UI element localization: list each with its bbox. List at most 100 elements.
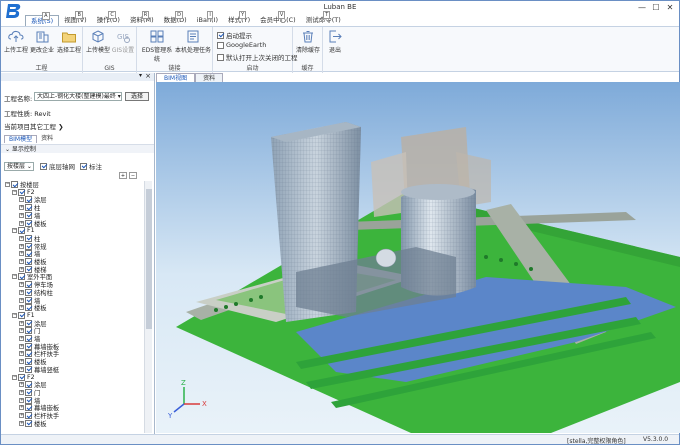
expand-icon[interactable]: + — [19, 413, 24, 418]
expand-icon[interactable]: + — [19, 389, 24, 395]
select-button[interactable]: 选择 — [125, 92, 149, 101]
tree-item[interactable]: + 幕墙竖梃 — [19, 365, 59, 374]
expand-icon[interactable]: + — [19, 405, 24, 411]
expand-icon[interactable]: + — [19, 336, 24, 341]
collapse-icon[interactable]: − — [5, 182, 10, 187]
checkbox-icon[interactable] — [18, 227, 25, 235]
clear-cache-button[interactable]: 清除缓存 — [294, 29, 322, 54]
tree-item[interactable]: − 按楼层 — [5, 181, 39, 189]
expand-icon[interactable]: + — [19, 328, 24, 334]
checkbox-icon[interactable] — [25, 204, 32, 212]
expand-icon[interactable]: + — [19, 305, 24, 311]
tab-materials[interactable]: 资料 — [37, 135, 57, 143]
expand-icon[interactable]: + — [19, 289, 24, 295]
checkbox-icon[interactable] — [25, 250, 32, 258]
checkbox-icon[interactable] — [18, 273, 25, 281]
tree-item[interactable]: − F2 — [12, 373, 35, 381]
checkbox-icon[interactable] — [25, 388, 32, 396]
pin-icon[interactable]: ▾ — [139, 72, 142, 79]
expand-icon[interactable]: + — [19, 251, 24, 257]
expand-icon[interactable]: + — [19, 366, 24, 372]
tree-item[interactable]: + 涂层 — [19, 381, 47, 389]
floor-grouping-dropdown[interactable]: 按楼层 ⌄ — [4, 161, 34, 171]
checkbox-icon[interactable] — [11, 181, 18, 188]
checkbox-icon[interactable] — [25, 219, 32, 227]
expand-icon[interactable]: + — [19, 197, 24, 203]
startup-tips-checkbox[interactable]: 启动提示 — [217, 30, 252, 40]
menu-tab-data[interactable]: 数据(D) D — [159, 11, 192, 26]
checkbox-icon[interactable] — [25, 319, 32, 327]
tree-item[interactable]: − F1 — [12, 311, 35, 319]
checkbox-icon[interactable] — [25, 242, 32, 250]
checkbox-icon[interactable] — [25, 196, 32, 204]
menu-tab-test[interactable]: 测试命令(T) T — [301, 11, 346, 26]
menu-tab-iban[interactable]: iBan(I) I — [192, 11, 223, 26]
menu-tab-style[interactable]: 样式(Y) Y — [223, 11, 255, 26]
display-control-header[interactable]: ⌄ 显示控制 — [1, 144, 154, 153]
checkbox-icon[interactable] — [25, 304, 32, 312]
tree-item[interactable]: − F1 — [12, 227, 35, 235]
tree-scrollbar[interactable] — [144, 181, 152, 433]
checkbox-icon[interactable] — [25, 327, 32, 335]
tree-item[interactable]: + 楼板 — [19, 304, 47, 312]
expand-icon[interactable]: + — [19, 420, 24, 426]
menu-tab-member[interactable]: 会员中心(C) V — [255, 11, 301, 26]
checkbox-icon[interactable] — [25, 381, 32, 389]
menu-tab-material[interactable]: 资料(M) R — [125, 11, 159, 26]
expand-all-button[interactable]: + — [119, 172, 127, 179]
tree-item[interactable]: + 楼板 — [19, 219, 47, 228]
expand-icon[interactable]: + — [19, 243, 24, 249]
checkbox-icon[interactable] — [18, 188, 25, 196]
exit-button[interactable]: 退出 — [325, 29, 345, 54]
panel-close-icon[interactable]: × — [145, 72, 151, 80]
expand-icon[interactable]: + — [19, 397, 24, 403]
expand-icon[interactable]: + — [19, 266, 24, 272]
collapse-all-button[interactable]: − — [129, 172, 137, 179]
upload-project-button[interactable]: 上传工程 — [4, 29, 28, 54]
project-name-dropdown[interactable]: 大四上-钢化大楼(整建模)最终 ▾ — [34, 92, 122, 101]
expand-icon[interactable]: + — [19, 351, 24, 357]
minimize-button[interactable]: — — [635, 1, 649, 14]
checkbox-icon[interactable] — [25, 211, 32, 219]
tree-item[interactable]: + 涂层 — [19, 196, 47, 204]
base-grid-checkbox[interactable]: 底层轴网 — [40, 161, 75, 171]
checkbox-icon[interactable] — [25, 412, 32, 419]
local-task-button[interactable]: 本机处理任务 — [175, 29, 211, 54]
gis-settings-button[interactable]: GIS GIS设置 — [111, 29, 135, 54]
checkbox-icon[interactable] — [25, 342, 32, 350]
collapse-icon[interactable]: − — [12, 228, 17, 234]
checkbox-icon[interactable] — [25, 358, 32, 366]
collapse-icon[interactable]: − — [12, 189, 17, 195]
bim-3d-viewport[interactable]: Z X Y — [156, 82, 680, 433]
tree-item[interactable]: + 楼板 — [19, 419, 47, 428]
menu-tab-view[interactable]: 视图(V) B — [59, 11, 92, 26]
close-button[interactable]: ✕ — [663, 1, 677, 14]
expand-icon[interactable]: + — [19, 320, 24, 326]
expand-icon[interactable]: + — [19, 282, 24, 288]
checkbox-icon[interactable] — [25, 335, 32, 342]
tab-bim-model[interactable]: BIM模型 — [4, 135, 38, 143]
tree-item[interactable]: + 涂层 — [19, 319, 47, 328]
checkbox-icon[interactable] — [25, 365, 32, 373]
change-company-button[interactable]: 更改企业 — [30, 29, 54, 54]
checkbox-icon[interactable] — [25, 350, 32, 358]
checkbox-icon[interactable] — [25, 234, 32, 242]
menu-tab-system[interactable]: 系统(S) A — [25, 12, 60, 26]
tree-item[interactable]: + 常规 — [19, 242, 47, 251]
tree-item[interactable]: − F2 — [12, 188, 35, 196]
maximize-button[interactable]: ☐ — [649, 1, 663, 14]
other-projects-link[interactable]: 当前项目其它工程 ❯ — [4, 121, 64, 131]
checkbox-icon[interactable] — [25, 419, 32, 427]
collapse-icon[interactable]: − — [12, 274, 17, 280]
expand-icon[interactable]: + — [19, 297, 24, 303]
checkbox-icon[interactable] — [18, 373, 25, 381]
checkbox-icon[interactable] — [25, 288, 32, 296]
upload-model-button[interactable]: 上传模型 — [85, 29, 111, 54]
collapse-icon[interactable]: − — [12, 374, 17, 380]
checkbox-icon[interactable] — [18, 311, 25, 319]
checkbox-icon[interactable] — [25, 296, 32, 304]
menu-tab-operation[interactable]: 操作(O) C — [92, 11, 125, 26]
select-project-button[interactable]: 选择工程 — [56, 29, 82, 54]
expand-icon[interactable]: + — [19, 382, 24, 388]
expand-icon[interactable]: + — [19, 259, 24, 264]
